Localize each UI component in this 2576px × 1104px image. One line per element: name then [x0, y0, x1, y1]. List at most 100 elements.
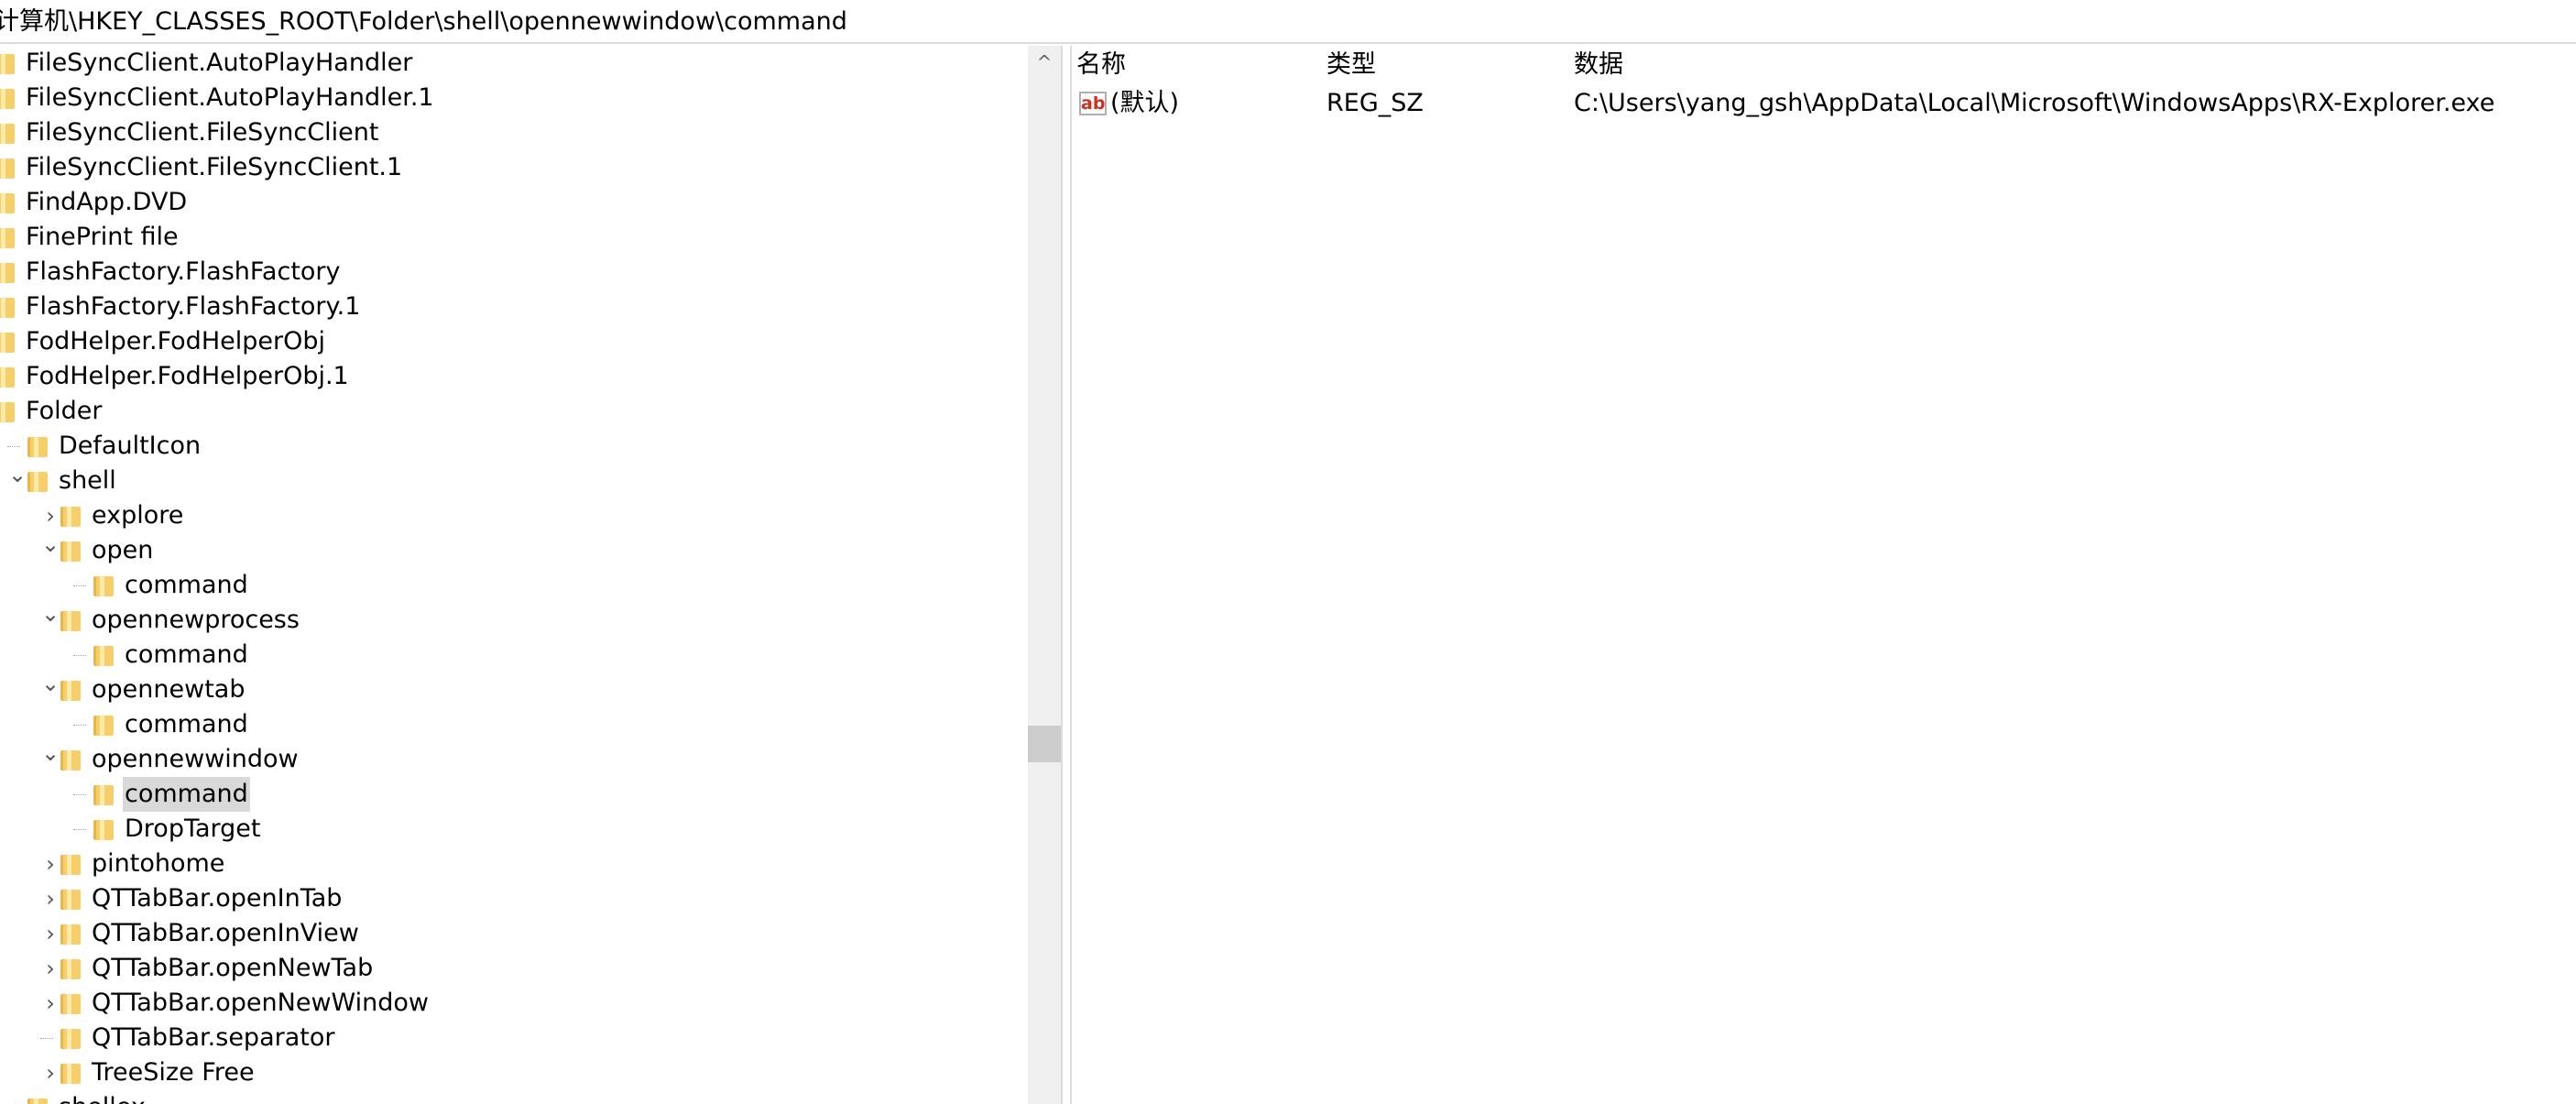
tree-item[interactable]: FodHelper.FodHelperObj [0, 324, 1028, 359]
string-value-icon: ab [1079, 92, 1107, 115]
tree-item-label[interactable]: FileSyncClient.AutoPlayHandler [26, 46, 412, 81]
expand-chevron-icon[interactable]: › [40, 916, 60, 951]
tree-item[interactable]: FodHelper.FodHelperObj.1 [0, 359, 1028, 394]
pane-splitter[interactable] [1061, 46, 1072, 1104]
tree-item[interactable]: QTTabBar.separator [0, 1021, 1028, 1055]
tree-item[interactable]: command [0, 777, 1028, 812]
tree-item[interactable]: FlashFactory.FlashFactory.1 [0, 290, 1028, 324]
folder-icon [60, 750, 81, 771]
registry-tree[interactable]: FileSyncClient.AutoPlayHandler FileSyncCl… [0, 46, 1028, 1104]
tree-item[interactable]: ⌄ shell [0, 464, 1028, 498]
tree-item-label[interactable]: FileSyncClient.FileSyncClient.1 [26, 150, 402, 185]
tree-item-label[interactable]: DropTarget [125, 812, 261, 847]
scrollbar-thumb[interactable] [1028, 726, 1061, 762]
tree-item[interactable]: DropTarget [0, 812, 1028, 847]
folder-icon [60, 924, 81, 945]
tree-item[interactable]: › TreeSize Free [0, 1055, 1028, 1090]
folder-icon [60, 507, 81, 527]
collapse-chevron-icon[interactable]: ⌄ [7, 464, 27, 498]
address-bar[interactable]: 计算机\HKEY_CLASSES_ROOT\Folder\shell\openn… [0, 0, 2576, 44]
tree-item[interactable]: › QTTabBar.openInTab [0, 881, 1028, 916]
tree-item-label[interactable]: FinePrint file [26, 220, 179, 255]
tree-item[interactable]: › explore [0, 498, 1028, 533]
tree-item-label[interactable]: command [125, 707, 248, 742]
tree-item-label[interactable]: FlashFactory.FlashFactory [26, 255, 341, 290]
value-type[interactable]: REG_SZ [1326, 84, 1424, 123]
tree-item-label[interactable]: FileSyncClient.AutoPlayHandler.1 [26, 81, 434, 115]
tree-item[interactable]: ⌄ opennewwindow [0, 742, 1028, 777]
folder-icon [93, 576, 114, 596]
column-header-name[interactable]: 名称 [1076, 46, 1126, 84]
tree-vertical-scrollbar[interactable]: ^ [1028, 46, 1061, 1104]
tree-item-label[interactable]: QTTabBar.openNewTab [92, 951, 373, 986]
tree-item[interactable]: DefaultIcon [0, 429, 1028, 464]
tree-connector [40, 1038, 53, 1039]
tree-item-label[interactable]: TreeSize Free [92, 1055, 255, 1090]
tree-item-label[interactable]: shellex [59, 1090, 146, 1104]
tree-item[interactable]: › QTTabBar.openNewTab [0, 951, 1028, 986]
column-header-type[interactable]: 类型 [1326, 46, 1376, 84]
tree-item-label[interactable]: command [125, 638, 248, 672]
column-header-data[interactable]: 数据 [1574, 46, 1623, 84]
tree-item-label[interactable]: QTTabBar.separator [92, 1021, 334, 1055]
folder-icon [93, 716, 114, 736]
tree-item[interactable]: FindApp.DVD [0, 185, 1028, 220]
tree-item[interactable]: ⌄ opennewtab [0, 672, 1028, 707]
tree-item-label[interactable]: FindApp.DVD [26, 185, 187, 220]
tree-item[interactable]: FileSyncClient.FileSyncClient [0, 115, 1028, 150]
expand-chevron-icon[interactable]: › [40, 881, 60, 916]
value-name[interactable]: (默认) [1110, 84, 1179, 123]
collapse-chevron-icon[interactable]: ⌄ [40, 672, 60, 707]
folder-icon [0, 89, 15, 109]
tree-item-label[interactable]: FodHelper.FodHelperObj [26, 324, 325, 359]
tree-item[interactable]: ⌄ open [0, 533, 1028, 568]
collapse-chevron-icon[interactable]: ⌄ [40, 742, 60, 777]
expand-chevron-icon[interactable]: › [40, 847, 60, 881]
tree-item-label[interactable]: command [125, 568, 248, 603]
tree-item-label[interactable]: Folder [26, 394, 102, 429]
expand-chevron-icon[interactable]: › [7, 1090, 27, 1104]
tree-item[interactable]: › QTTabBar.openNewWindow [0, 986, 1028, 1021]
tree-item-label[interactable]: DefaultIcon [59, 429, 201, 464]
tree-item[interactable]: command [0, 707, 1028, 742]
tree-item[interactable]: FinePrint file [0, 220, 1028, 255]
expand-chevron-icon[interactable]: › [40, 1055, 60, 1090]
tree-item[interactable]: Folder [0, 394, 1028, 429]
tree-item[interactable]: command [0, 568, 1028, 603]
tree-item[interactable]: › shellex [0, 1090, 1028, 1104]
expand-chevron-icon[interactable]: › [40, 498, 60, 533]
address-path[interactable]: 计算机\HKEY_CLASSES_ROOT\Folder\shell\openn… [0, 7, 847, 36]
collapse-chevron-icon[interactable]: ⌄ [40, 603, 60, 638]
tree-item-label[interactable]: explore [92, 498, 183, 533]
tree-item-label[interactable]: opennewtab [92, 672, 245, 707]
scroll-up-arrow-icon[interactable]: ^ [1028, 46, 1061, 79]
folder-icon [93, 820, 114, 840]
collapse-chevron-icon[interactable]: ⌄ [40, 533, 60, 568]
tree-item-label[interactable]: opennewprocess [92, 603, 300, 638]
tree-item-label[interactable]: FodHelper.FodHelperObj.1 [26, 359, 349, 394]
tree-item[interactable]: FileSyncClient.AutoPlayHandler.1 [0, 81, 1028, 115]
tree-item-label[interactable]: FlashFactory.FlashFactory.1 [26, 290, 360, 324]
tree-item-label[interactable]: QTTabBar.openInView [92, 916, 359, 951]
tree-item-label[interactable]: FileSyncClient.FileSyncClient [26, 115, 378, 150]
tree-item[interactable]: command [0, 638, 1028, 672]
tree-item-label[interactable]: open [92, 533, 153, 568]
tree-item[interactable]: FileSyncClient.AutoPlayHandler [0, 46, 1028, 81]
tree-item-label[interactable]: QTTabBar.openInTab [92, 881, 342, 916]
value-data[interactable]: C:\Users\yang_gsh\AppData\Local\Microsof… [1574, 84, 2494, 123]
tree-item-label[interactable]: pintohome [92, 847, 224, 881]
tree-item-label[interactable]: QTTabBar.openNewWindow [92, 986, 429, 1021]
tree-item-label[interactable]: opennewwindow [92, 742, 299, 777]
tree-item[interactable]: › pintohome [0, 847, 1028, 881]
expand-chevron-icon[interactable]: › [40, 951, 60, 986]
tree-item[interactable]: ⌄ opennewprocess [0, 603, 1028, 638]
tree-item[interactable]: › QTTabBar.openInView [0, 916, 1028, 951]
folder-icon [60, 681, 81, 701]
folder-icon [60, 890, 81, 910]
tree-item-label[interactable]: shell [59, 464, 116, 498]
tree-item[interactable]: FlashFactory.FlashFactory [0, 255, 1028, 290]
tree-item-label[interactable]: command [123, 777, 250, 812]
tree-item[interactable]: FileSyncClient.FileSyncClient.1 [0, 150, 1028, 185]
expand-chevron-icon[interactable]: › [40, 986, 60, 1021]
folder-icon [60, 1029, 81, 1049]
